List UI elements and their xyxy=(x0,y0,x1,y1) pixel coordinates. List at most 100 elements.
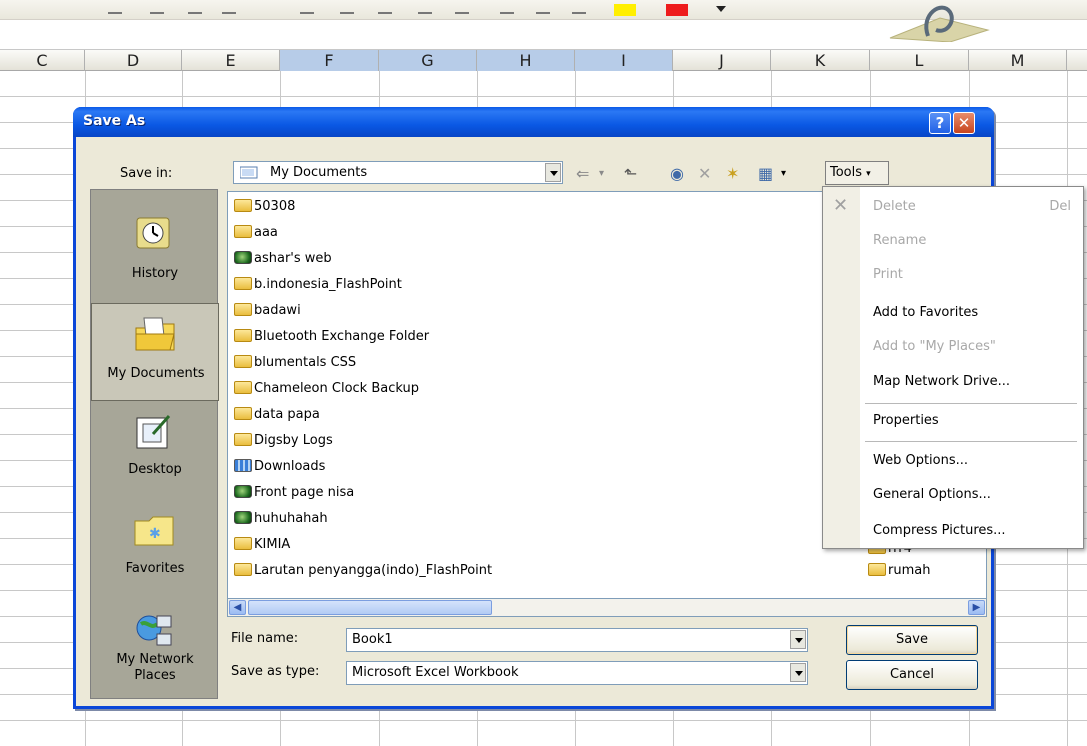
excel-window: C D E F G H I J K L M Save As ? ✕ Save i… xyxy=(0,0,1087,746)
column-header[interactable]: G xyxy=(379,50,477,71)
comma-style-icon[interactable] xyxy=(378,2,392,14)
save-in-label: Save in: xyxy=(120,166,173,181)
list-item[interactable]: aaa xyxy=(234,222,278,244)
new-folder-icon[interactable]: ✶ xyxy=(726,164,739,183)
percent-icon[interactable] xyxy=(340,2,354,14)
places-bar: History My Documents Desktop ✱ Favorites… xyxy=(90,189,219,699)
place-my-documents[interactable]: My Documents xyxy=(91,303,219,401)
dialog-titlebar[interactable]: Save As ? ✕ xyxy=(73,107,994,137)
chevron-down-icon[interactable] xyxy=(790,630,806,649)
column-header[interactable]: M xyxy=(969,50,1067,71)
delete-icon[interactable]: ✕ xyxy=(698,164,711,183)
folder-icon xyxy=(234,355,252,368)
desktop-icon xyxy=(136,415,171,449)
scroll-left-icon[interactable]: ◀ xyxy=(229,600,246,615)
list-item[interactable]: KIMIA xyxy=(234,534,290,556)
scrollbar-thumb[interactable] xyxy=(248,600,492,615)
delete-icon: ✕ xyxy=(833,195,849,216)
menu-item-properties[interactable]: Properties xyxy=(873,413,939,428)
menu-item-print[interactable]: Print xyxy=(873,267,903,282)
favorites-icon: ✱ xyxy=(134,516,174,546)
chevron-down-icon[interactable] xyxy=(545,163,561,182)
file-name-label: File name: xyxy=(231,631,299,646)
web-folder-icon xyxy=(234,485,252,498)
increase-decimal-icon[interactable] xyxy=(418,2,432,14)
place-history[interactable]: History xyxy=(91,204,219,302)
list-item[interactable]: Downloads xyxy=(234,456,325,478)
merge-cells-icon[interactable] xyxy=(222,2,236,14)
back-dropdown-icon[interactable]: ▾ xyxy=(599,168,604,179)
menu-item-delete[interactable]: Delete xyxy=(873,199,916,214)
tools-menu: ✕ Delete Del Rename Print Add to Favorit… xyxy=(822,186,1084,549)
horizontal-scrollbar[interactable]: ◀ ▶ xyxy=(227,598,987,617)
menu-item-add-to-my-places[interactable]: Add to "My Places" xyxy=(873,339,996,354)
column-header[interactable]: F xyxy=(280,50,379,71)
toolbar-options-icon[interactable] xyxy=(716,6,726,12)
menu-item-map-network-drive[interactable]: Map Network Drive... xyxy=(873,374,1010,389)
chevron-down-icon: ▾ xyxy=(866,169,871,179)
menu-item-add-to-favorites[interactable]: Add to Favorites xyxy=(873,305,978,320)
menu-item-web-options[interactable]: Web Options... xyxy=(873,453,968,468)
list-item[interactable]: blumentals CSS xyxy=(234,352,356,374)
list-item[interactable]: badawi xyxy=(234,300,301,322)
folder-icon xyxy=(234,225,252,238)
up-one-level-icon[interactable]: ⬑ xyxy=(624,164,637,183)
place-my-network-places[interactable]: My Network Places xyxy=(91,600,219,698)
column-header[interactable]: L xyxy=(870,50,969,71)
menu-item-rename[interactable]: Rename xyxy=(873,233,926,248)
list-item[interactable]: Front page nisa xyxy=(234,482,354,504)
back-icon[interactable]: ⇐ xyxy=(576,164,589,183)
column-header[interactable]: K xyxy=(771,50,870,71)
list-item[interactable]: data papa xyxy=(234,404,320,426)
help-icon[interactable]: ? xyxy=(929,112,951,134)
align-center-icon[interactable] xyxy=(150,2,164,14)
column-header[interactable]: I xyxy=(575,50,673,71)
list-item[interactable]: Larutan penyangga(indo)_FlashPoint xyxy=(234,560,492,582)
svg-text:✱: ✱ xyxy=(149,526,161,542)
list-item[interactable]: huhuhahah xyxy=(234,508,328,530)
downloads-folder-icon xyxy=(234,459,252,472)
save-in-dropdown[interactable]: My Documents xyxy=(233,161,563,184)
decrease-decimal-icon[interactable] xyxy=(455,2,469,14)
list-item[interactable]: ashar's web xyxy=(234,248,332,270)
tools-button[interactable]: Tools ▾ xyxy=(825,161,889,185)
decrease-indent-icon[interactable] xyxy=(500,2,514,14)
list-item[interactable]: Bluetooth Exchange Folder xyxy=(234,326,429,348)
list-item[interactable]: b.indonesia_FlashPoint xyxy=(234,274,402,296)
web-folder-icon xyxy=(234,511,252,524)
align-right-icon[interactable] xyxy=(188,2,202,14)
borders-icon[interactable] xyxy=(572,2,586,14)
menu-item-compress-pictures[interactable]: Compress Pictures... xyxy=(873,523,1006,538)
save-as-type-dropdown[interactable]: Microsoft Excel Workbook xyxy=(346,661,808,685)
font-color-icon[interactable] xyxy=(666,4,688,16)
office-assistant-clippy-icon[interactable] xyxy=(880,0,990,42)
folder-icon xyxy=(234,381,252,394)
views-icon[interactable]: ▦ xyxy=(758,164,773,183)
column-header[interactable]: D xyxy=(85,50,182,71)
place-desktop[interactable]: Desktop xyxy=(91,402,219,500)
scroll-right-icon[interactable]: ▶ xyxy=(968,600,985,615)
search-web-icon[interactable]: ◉ xyxy=(670,164,684,183)
save-button[interactable]: Save xyxy=(846,625,978,655)
align-left-icon[interactable] xyxy=(108,2,122,14)
column-header[interactable]: J xyxy=(673,50,771,71)
currency-icon[interactable] xyxy=(300,2,314,14)
file-name-input[interactable]: Book1 xyxy=(346,628,808,652)
list-item[interactable]: Digsby Logs xyxy=(234,430,333,452)
place-favorites[interactable]: ✱ Favorites xyxy=(91,501,219,599)
views-dropdown-icon[interactable]: ▾ xyxy=(781,168,786,179)
menu-item-general-options[interactable]: General Options... xyxy=(873,487,991,502)
list-item[interactable]: Chameleon Clock Backup xyxy=(234,378,419,400)
chevron-down-icon[interactable] xyxy=(790,663,806,682)
column-header[interactable]: C xyxy=(0,50,85,71)
column-header[interactable]: H xyxy=(477,50,575,71)
column-header[interactable]: E xyxy=(182,50,280,71)
fill-color-icon[interactable] xyxy=(614,4,636,16)
list-item[interactable]: 50308 xyxy=(234,196,295,218)
network-places-icon xyxy=(136,615,172,646)
increase-indent-icon[interactable] xyxy=(536,2,550,14)
cancel-button[interactable]: Cancel xyxy=(846,660,978,690)
list-item[interactable]: rumah xyxy=(868,560,930,582)
close-icon[interactable]: ✕ xyxy=(953,112,975,134)
folder-icon xyxy=(234,199,252,212)
